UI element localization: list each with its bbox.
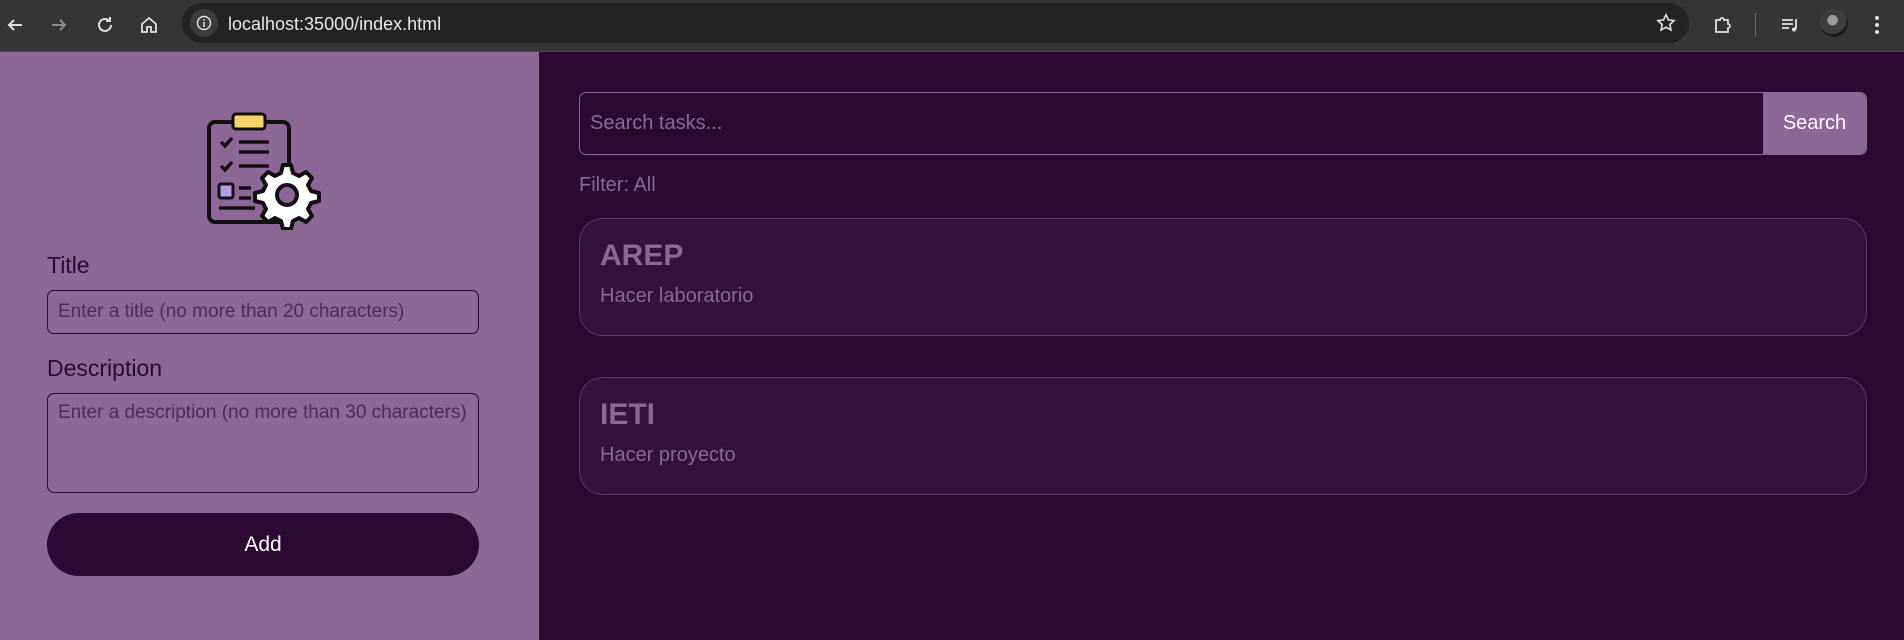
forward-button[interactable] (44, 10, 74, 40)
task-card[interactable]: AREP Hacer laboratorio (579, 218, 1867, 336)
back-button[interactable] (0, 10, 30, 40)
add-task-button[interactable]: Add (47, 513, 479, 576)
task-card[interactable]: IETI Hacer proyecto (579, 377, 1867, 495)
task-title: AREP (600, 239, 684, 272)
title-label: Title (47, 252, 90, 278)
profile-avatar[interactable] (1820, 9, 1848, 37)
kebab-menu-icon (1875, 16, 1879, 34)
reload-icon (98, 17, 112, 32)
clipboard-gear-icon (207, 112, 321, 230)
address-bar[interactable]: localhost:35000/index.html (182, 3, 1689, 43)
browser-toolbar: localhost:35000/index.html (0, 0, 1904, 52)
task-title: IETI (600, 398, 656, 431)
back-arrow-icon (7, 19, 22, 31)
task-form-panel: Title Description Add (0, 52, 539, 640)
home-icon (141, 16, 157, 33)
filter-status: Filter: All (579, 174, 656, 196)
toolbar-separator (1755, 13, 1756, 37)
home-button[interactable] (134, 10, 164, 40)
title-input[interactable] (47, 290, 479, 334)
media-queue-icon (1782, 19, 1797, 32)
description-input[interactable] (47, 393, 479, 493)
bookmark-star-icon[interactable] (1655, 12, 1677, 34)
search-input[interactable] (580, 93, 1764, 154)
puzzle-icon (1715, 17, 1731, 33)
reload-button[interactable] (90, 10, 120, 40)
task-description: Hacer laboratorio (600, 285, 754, 307)
forward-arrow-icon (52, 19, 67, 31)
address-url[interactable]: localhost:35000/index.html (228, 14, 441, 35)
search-button[interactable]: Search (1763, 93, 1866, 154)
description-label: Description (47, 355, 163, 381)
media-control-button[interactable] (1775, 10, 1805, 40)
search-bar: Search (579, 92, 1867, 155)
site-info-icon[interactable] (190, 9, 218, 37)
browser-menu-button[interactable] (1862, 10, 1892, 40)
task-description: Hacer proyecto (600, 444, 736, 466)
extensions-button[interactable] (1708, 10, 1738, 40)
